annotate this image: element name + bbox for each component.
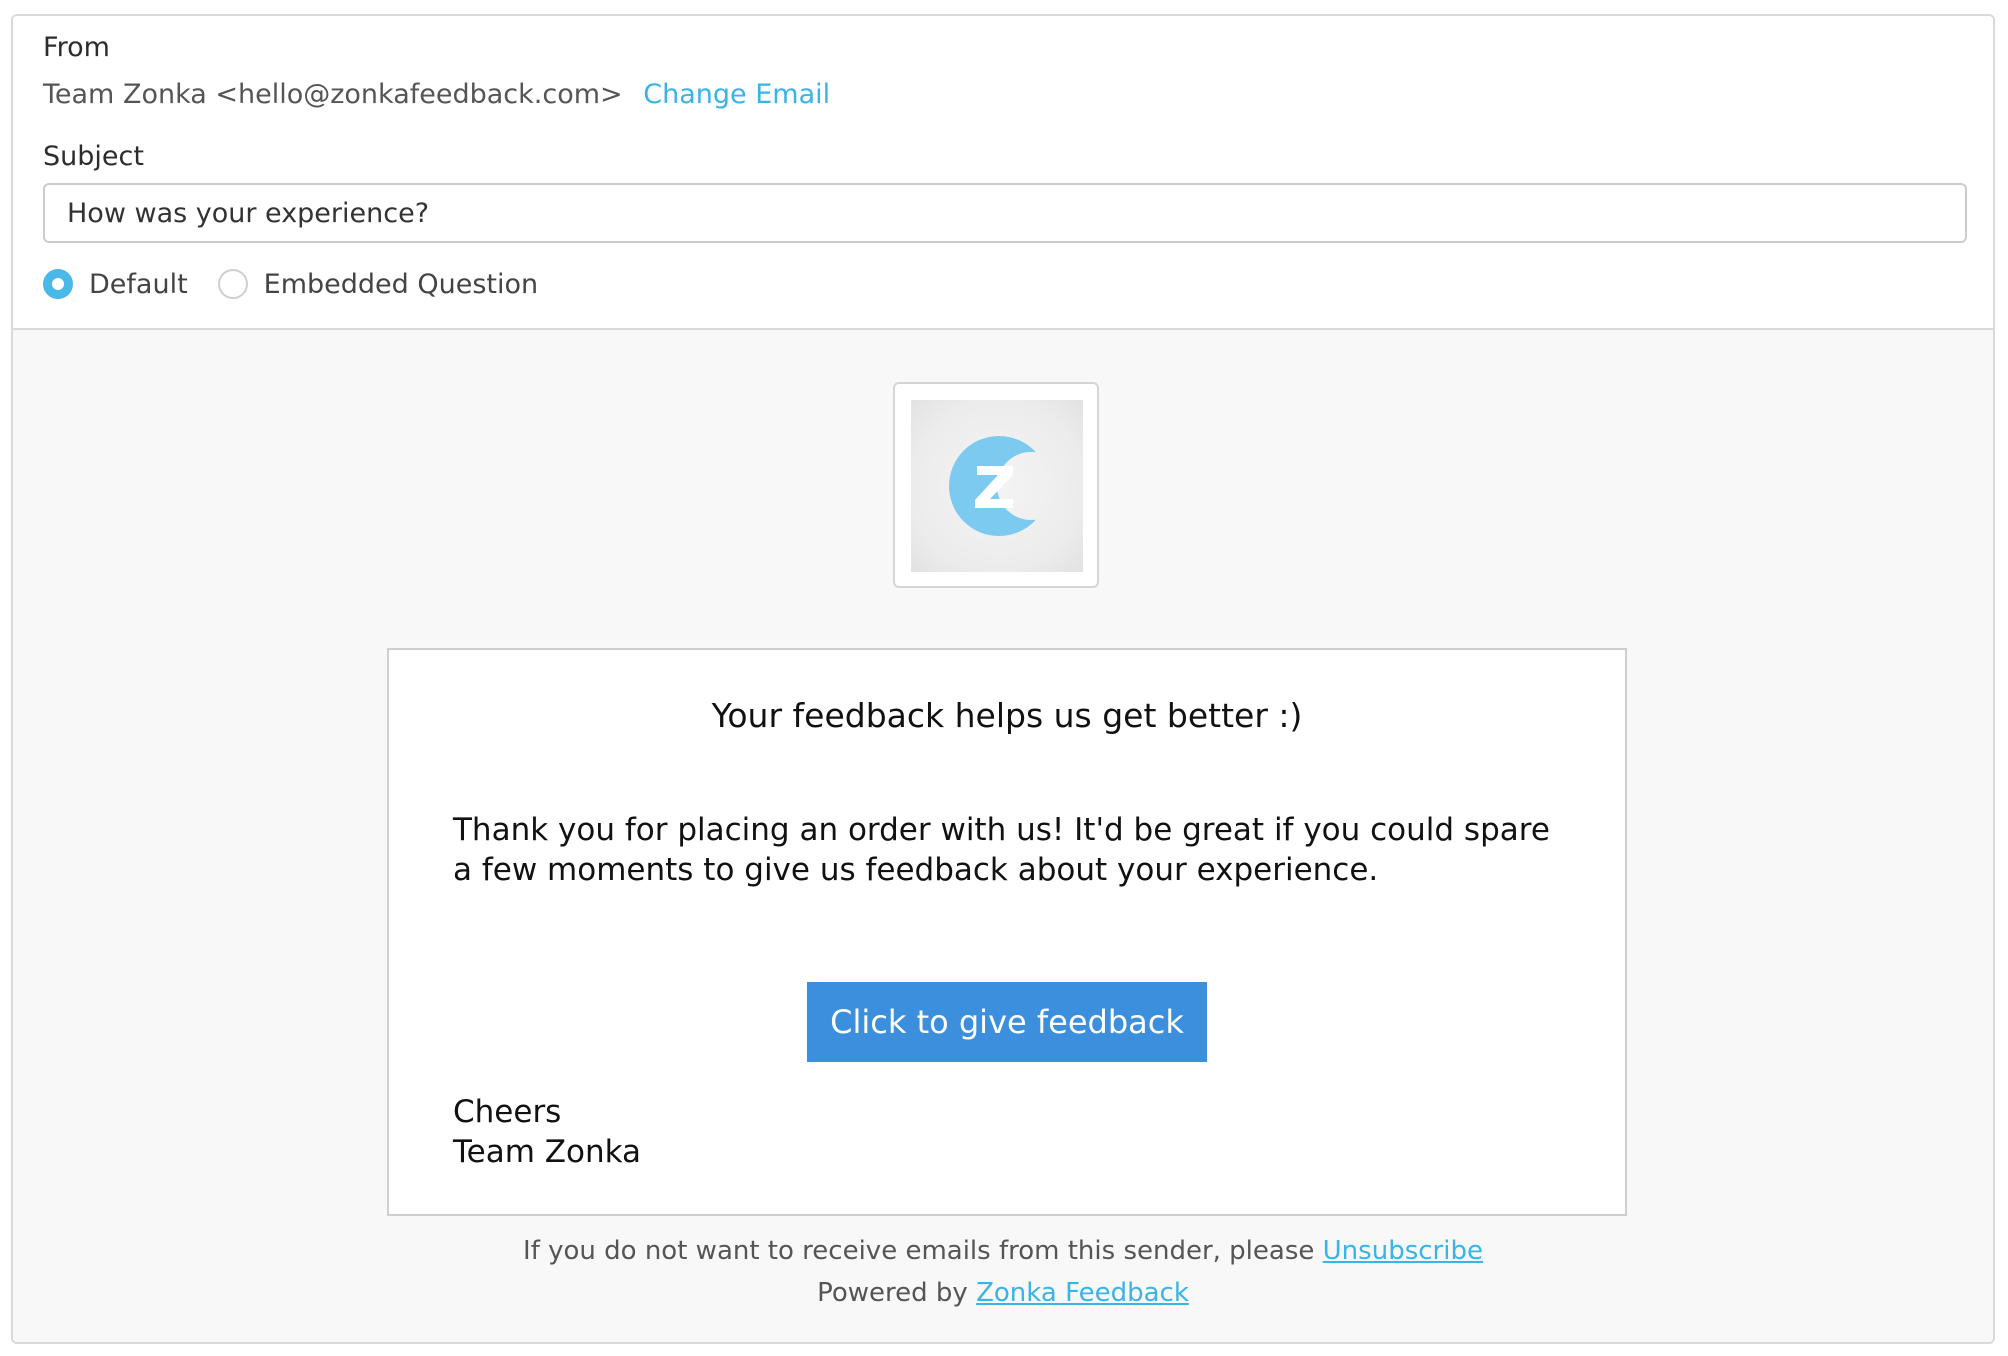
give-feedback-button[interactable]: Click to give feedback [807, 982, 1207, 1062]
radio-embedded-question-circle[interactable] [217, 269, 248, 299]
email-settings-header: From Team Zonka <hello@zonkafeedback.com… [13, 16, 1993, 330]
radio-default-circle[interactable] [43, 269, 73, 299]
email-heading: Your feedback helps us get better :) [711, 696, 1303, 735]
change-email-link[interactable]: Change Email [643, 79, 830, 110]
unsubscribe-text: If you do not want to receive emails fro… [523, 1236, 1315, 1266]
radio-embedded-question[interactable]: Embedded Question [217, 269, 538, 300]
email-preview: Your feedback helps us get better :) Tha… [13, 330, 1993, 1342]
zonka-feedback-link[interactable]: Zonka Feedback [976, 1278, 1189, 1308]
unsubscribe-line: If you do not want to receive emails fro… [13, 1236, 1993, 1266]
signoff-line-team: Team Zonka [453, 1134, 642, 1170]
signoff-line-cheers: Cheers [453, 1094, 562, 1130]
powered-by-line: Powered by Zonka Feedback [13, 1278, 1993, 1308]
from-sender: Team Zonka <hello@zonkafeedback.com> [43, 79, 623, 110]
radio-default[interactable]: Default [43, 269, 188, 300]
radio-default-label[interactable]: Default [89, 269, 188, 300]
from-row: Team Zonka <hello@zonkafeedback.com> Cha… [43, 79, 830, 110]
subject-label: Subject [43, 141, 144, 172]
email-mode-radio-group: Default Embedded Question [43, 264, 568, 304]
email-editor-panel: From Team Zonka <hello@zonkafeedback.com… [11, 14, 1995, 1344]
email-body-card: Your feedback helps us get better :) Tha… [387, 648, 1627, 1216]
powered-by-text: Powered by [817, 1278, 968, 1308]
email-signoff: Cheers Team Zonka [453, 1092, 641, 1172]
radio-embedded-question-label[interactable]: Embedded Question [264, 269, 538, 300]
logo-background [911, 400, 1083, 572]
zonka-logo-icon [949, 436, 1049, 536]
logo-container [893, 382, 1099, 588]
subject-input[interactable] [43, 183, 1967, 243]
email-body-text: Thank you for placing an order with us! … [453, 812, 1550, 888]
unsubscribe-link[interactable]: Unsubscribe [1323, 1236, 1483, 1266]
from-label: From [43, 32, 110, 63]
